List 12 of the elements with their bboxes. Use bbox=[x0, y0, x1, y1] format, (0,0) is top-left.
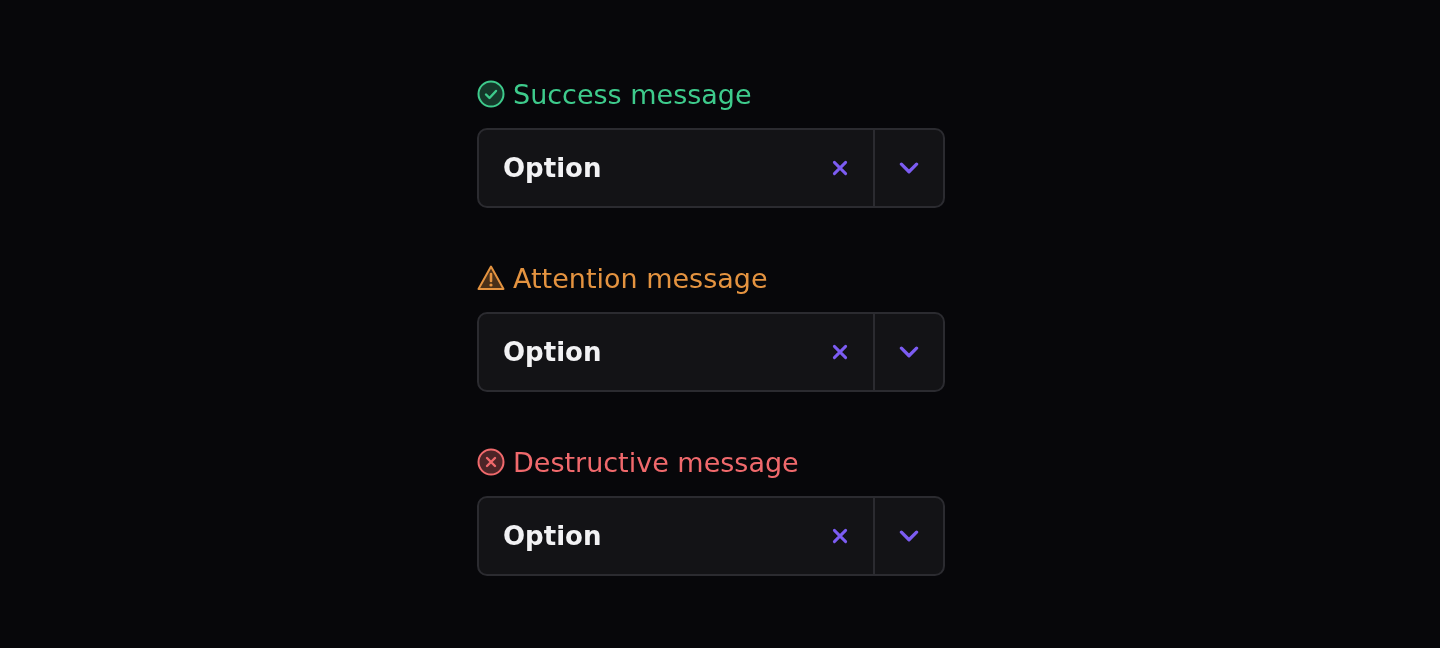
validation-message: Success message bbox=[513, 78, 752, 110]
chevron-down-icon bbox=[898, 529, 920, 543]
validation-message: Attention message bbox=[513, 262, 768, 294]
chevron-down-icon bbox=[898, 161, 920, 175]
select-field[interactable]: Option bbox=[477, 496, 945, 576]
select-field[interactable]: Option bbox=[477, 128, 945, 208]
close-icon bbox=[831, 527, 849, 545]
close-icon bbox=[831, 159, 849, 177]
close-icon bbox=[831, 343, 849, 361]
validation-message: Destructive message bbox=[513, 446, 799, 478]
chevron-down-icon bbox=[898, 345, 920, 359]
select-field[interactable]: Option bbox=[477, 312, 945, 392]
